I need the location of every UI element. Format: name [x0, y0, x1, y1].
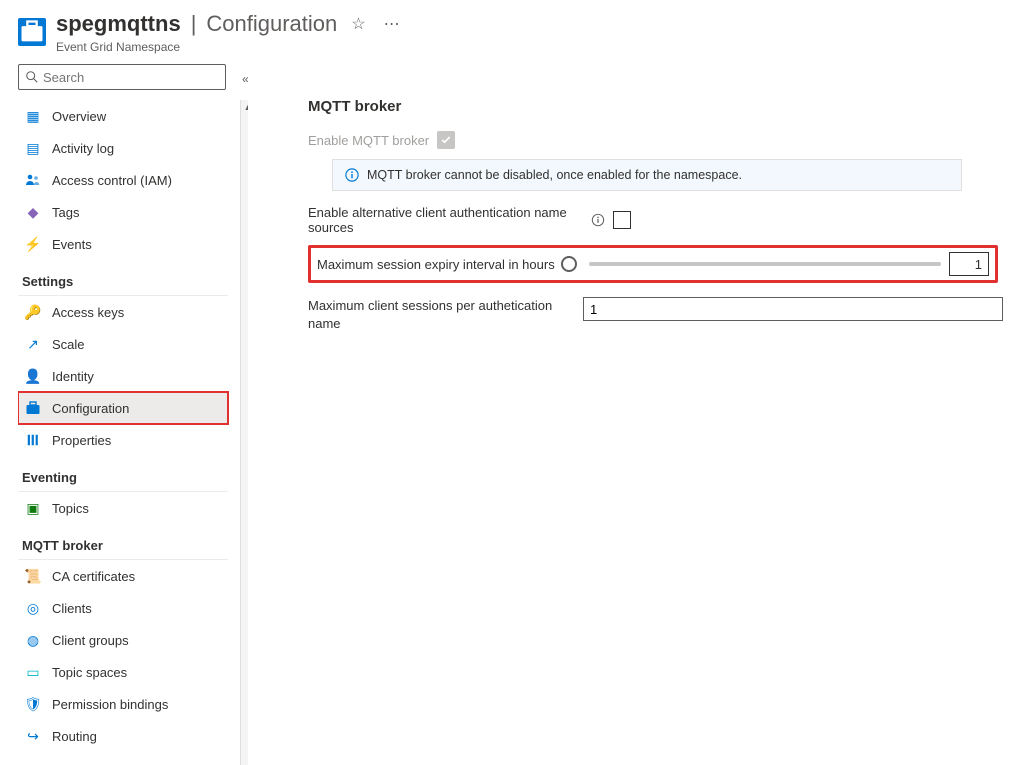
sidebar-item-label: Tags — [52, 205, 79, 220]
favorite-star-icon[interactable]: ☆ — [347, 10, 369, 38]
sidebar-item-topic-spaces[interactable]: ▭ Topic spaces — [18, 656, 228, 688]
sidebar-item-label: Events — [52, 237, 92, 252]
max-sessions-label: Maximum client sessions per autheticatio… — [308, 297, 583, 332]
key-icon: 🔑 — [24, 303, 42, 321]
sidebar-item-label: Access control (IAM) — [52, 173, 172, 188]
more-ellipsis-icon[interactable]: ⋯ — [380, 10, 404, 38]
group-eventing: Eventing — [18, 456, 228, 492]
scrollbar-track[interactable]: ▲ — [240, 100, 248, 765]
sidebar-item-activity-log[interactable]: ▤ Activity log — [18, 132, 228, 164]
session-expiry-slider[interactable] — [589, 262, 941, 266]
tag-icon: ◆ — [24, 203, 42, 221]
sidebar-item-properties[interactable]: Properties — [18, 424, 228, 456]
scrollbar-up-icon[interactable]: ▲ — [241, 100, 248, 114]
group-mqtt-broker: MQTT broker — [18, 524, 228, 560]
properties-icon — [24, 431, 42, 449]
sidebar-item-tags[interactable]: ◆ Tags — [18, 196, 228, 228]
sidebar-item-identity[interactable]: 👤 Identity — [18, 360, 228, 392]
clients-icon: ◎ — [24, 599, 42, 617]
sidebar-item-label: Permission bindings — [52, 697, 168, 712]
sidebar-nav: ▲ ▦ Overview ▤ Activity log Access contr… — [18, 100, 248, 765]
sidebar-item-label: Access keys — [52, 305, 124, 320]
info-banner: MQTT broker cannot be disabled, once ena… — [332, 159, 962, 191]
sidebar-item-client-groups[interactable]: ◍ Client groups — [18, 624, 228, 656]
sidebar-item-label: Clients — [52, 601, 92, 616]
activity-log-icon: ▤ — [24, 139, 42, 157]
shield-icon: 🛡 — [24, 695, 42, 713]
session-expiry-value[interactable]: 1 — [949, 252, 989, 276]
sidebar-item-ca-certificates[interactable]: 📜 CA certificates — [18, 560, 228, 592]
identity-icon: 👤 — [24, 367, 42, 385]
sidebar-item-clients[interactable]: ◎ Clients — [18, 592, 228, 624]
sidebar-item-events[interactable]: ⚡ Events — [18, 228, 228, 260]
search-icon — [25, 70, 39, 84]
lightning-icon: ⚡ — [24, 235, 42, 253]
sidebar-item-topics[interactable]: ▣ Topics — [18, 492, 228, 524]
resource-briefcase-icon — [18, 18, 46, 46]
overview-icon: ▦ — [24, 107, 42, 125]
toolbox-icon — [24, 399, 42, 417]
alt-auth-checkbox[interactable] — [613, 211, 631, 229]
info-banner-text: MQTT broker cannot be disabled, once ena… — [367, 168, 742, 182]
sidebar: « ▲ ▦ Overview ▤ Activity log — [18, 58, 248, 765]
sidebar-item-label: Identity — [52, 369, 94, 384]
sidebar-item-label: Topic spaces — [52, 665, 127, 680]
topic-spaces-icon: ▭ — [24, 663, 42, 681]
session-expiry-label: Maximum session expiry interval in hours — [317, 257, 557, 272]
people-icon — [24, 171, 42, 189]
page-title: Configuration — [206, 11, 337, 37]
sidebar-item-label: CA certificates — [52, 569, 135, 584]
sidebar-item-access-keys[interactable]: 🔑 Access keys — [18, 296, 228, 328]
sidebar-item-label: Routing — [52, 729, 97, 744]
resource-name: spegmqttns — [56, 11, 181, 37]
sidebar-item-permission-bindings[interactable]: 🛡 Permission bindings — [18, 688, 228, 720]
sidebar-item-routing[interactable]: ↪ Routing — [18, 720, 228, 752]
slider-thumb-icon[interactable] — [561, 256, 577, 272]
sidebar-item-label: Properties — [52, 433, 111, 448]
page-header: spegmqttns | Configuration ☆ ⋯ Event Gri… — [0, 0, 1009, 58]
topics-icon: ▣ — [24, 499, 42, 517]
sidebar-item-scale[interactable]: ↗ Scale — [18, 328, 228, 360]
title-separator: | — [191, 11, 197, 37]
section-title: MQTT broker — [308, 98, 1003, 115]
session-expiry-row-highlighted: Maximum session expiry interval in hours… — [308, 245, 998, 283]
info-tooltip-icon[interactable] — [591, 213, 605, 227]
sidebar-item-label: Client groups — [52, 633, 129, 648]
resource-type-subtitle: Event Grid Namespace — [56, 40, 404, 54]
scale-icon: ↗ — [24, 335, 42, 353]
sidebar-item-overview[interactable]: ▦ Overview — [18, 100, 228, 132]
enable-mqtt-label: Enable MQTT broker — [308, 133, 429, 148]
check-icon — [440, 134, 452, 146]
max-sessions-input[interactable] — [583, 297, 1003, 321]
sidebar-item-access-control[interactable]: Access control (IAM) — [18, 164, 228, 196]
search-input[interactable] — [39, 70, 223, 85]
client-groups-icon: ◍ — [24, 631, 42, 649]
main-content: MQTT broker Enable MQTT broker MQTT brok… — [248, 58, 1009, 765]
info-icon — [345, 168, 359, 182]
sidebar-item-label: Topics — [52, 501, 89, 516]
sidebar-item-label: Scale — [52, 337, 85, 352]
routing-icon: ↪ — [24, 727, 42, 745]
sidebar-item-label: Configuration — [52, 401, 129, 416]
enable-mqtt-checkbox-disabled — [437, 131, 455, 149]
alt-auth-label: Enable alternative client authentication… — [308, 205, 583, 235]
sidebar-item-label: Overview — [52, 109, 106, 124]
sidebar-item-label: Activity log — [52, 141, 114, 156]
sidebar-item-configuration[interactable]: Configuration — [18, 392, 228, 424]
sidebar-search[interactable] — [18, 64, 226, 90]
group-settings: Settings — [18, 260, 228, 296]
certificate-icon: 📜 — [24, 567, 42, 585]
